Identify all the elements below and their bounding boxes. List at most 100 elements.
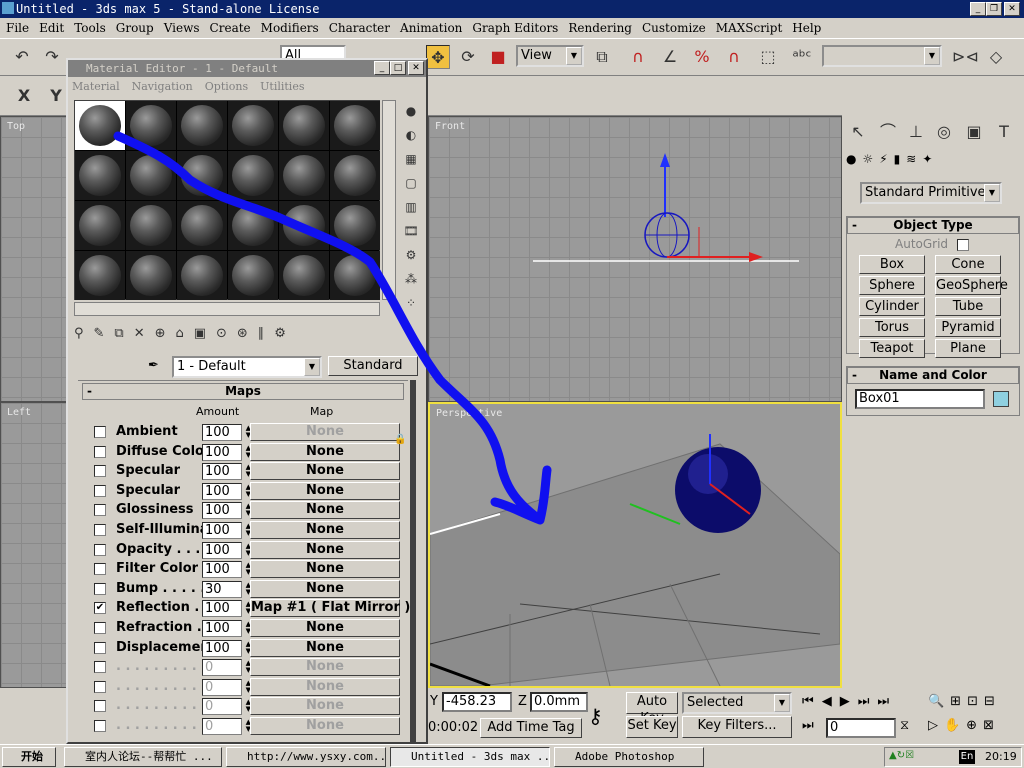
me-menu-navigation[interactable]: Navigation <box>132 80 193 93</box>
material-slot[interactable] <box>279 201 329 250</box>
taskbar-task[interactable]: 室内人论坛--帮帮忙 ... <box>64 747 222 767</box>
material-slot[interactable] <box>126 201 176 250</box>
map-enable-checkbox[interactable] <box>94 543 106 556</box>
menu-file[interactable]: File <box>6 21 29 35</box>
map-enable-checkbox[interactable] <box>94 484 106 497</box>
map-slot-button[interactable]: None <box>250 658 400 677</box>
percent-snap-icon[interactable]: % <box>690 45 714 69</box>
move-icon[interactable]: ✥ <box>426 45 450 69</box>
viewport-nav-controls[interactable]: 🔍⊞⊡⊟ <box>928 694 1022 709</box>
material-type-button[interactable]: Standard <box>328 356 418 376</box>
map-slot-button[interactable]: Map #1 ( Flat Mirror ) <box>250 599 410 618</box>
map-slot-button[interactable]: None <box>250 521 400 539</box>
object-color-swatch[interactable] <box>993 391 1009 407</box>
tray-icons[interactable]: ▲↻☒ <box>889 750 914 761</box>
material-slot[interactable] <box>75 201 125 250</box>
material-slot[interactable] <box>126 251 176 300</box>
modify-tab-icon[interactable]: ⌒ <box>876 120 900 144</box>
menu-graph-editors[interactable]: Graph Editors <box>472 21 558 35</box>
map-amount-spinner[interactable]: 100 ▲ ▼ <box>202 424 251 441</box>
map-enable-checkbox[interactable] <box>94 720 106 732</box>
menu-maxscript[interactable]: MAXScript <box>716 21 783 35</box>
edit-named-selection-icon[interactable]: ⬚ <box>756 45 780 69</box>
slots-horizontal-scrollbar[interactable] <box>74 302 380 316</box>
me-maximize-button[interactable]: □ <box>390 61 406 75</box>
map-enable-checkbox[interactable] <box>94 465 106 478</box>
primitive-box-button[interactable]: Box <box>859 255 925 274</box>
key-filters-button[interactable]: Key Filters... <box>682 716 792 738</box>
map-enable-checkbox[interactable] <box>94 661 106 674</box>
select-by-material-icon[interactable]: ⁂ <box>402 270 420 288</box>
map-amount-spinner[interactable]: 30 ▲ ▼ <box>202 580 251 598</box>
material-slot[interactable] <box>279 151 329 200</box>
uv-tiling-icon[interactable]: ▢ <box>402 174 420 192</box>
object-type-header[interactable]: - Object Type <box>847 217 1019 234</box>
display-tab-icon[interactable]: ▣ <box>962 120 986 144</box>
auto-key-button[interactable]: Auto Key <box>626 692 678 726</box>
material-slot[interactable] <box>177 101 227 150</box>
material-slot[interactable] <box>228 201 278 250</box>
close-button[interactable]: ✕ <box>1004 2 1020 16</box>
primitive-torus-button[interactable]: Torus <box>859 318 925 337</box>
me-close-button[interactable]: ✕ <box>408 61 424 75</box>
slots-vertical-scrollbar[interactable] <box>382 100 396 300</box>
map-enable-checkbox[interactable] <box>94 524 106 536</box>
add-time-tag-button[interactable]: Add Time Tag <box>480 718 582 738</box>
pivot-center-icon[interactable]: ⧉ <box>590 45 614 69</box>
me-menu-utilities[interactable]: Utilities <box>260 80 304 93</box>
map-amount-spinner[interactable]: 0 ▲ ▼ <box>202 698 251 716</box>
named-selection-dropdown[interactable]: ▼ <box>822 45 942 67</box>
map-slot-button[interactable]: None <box>250 677 400 696</box>
menu-character[interactable]: Character <box>329 21 390 35</box>
utilities-tab-icon[interactable]: T <box>992 120 1016 144</box>
maps-header[interactable]: - Maps <box>82 383 404 400</box>
map-amount-spinner[interactable]: 100 ▲ ▼ <box>202 522 251 539</box>
menu-views[interactable]: Views <box>164 21 200 35</box>
map-slot-button[interactable]: None <box>250 501 400 520</box>
material-slot[interactable] <box>75 151 125 200</box>
map-slot-button[interactable]: None <box>250 560 400 579</box>
menu-create[interactable]: Create <box>210 21 251 35</box>
material-slot[interactable] <box>279 251 329 300</box>
map-amount-spinner[interactable]: 0 ▲ ▼ <box>202 678 251 696</box>
me-menu-options[interactable]: Options <box>205 80 248 93</box>
menu-group[interactable]: Group <box>116 21 154 35</box>
map-amount-spinner[interactable]: 0 ▲ ▼ <box>202 718 251 735</box>
redo-icon[interactable]: ↷ <box>40 45 64 69</box>
material-navigator-icon[interactable]: ⁘ <box>402 294 420 312</box>
viewport-front[interactable]: Front <box>428 116 842 402</box>
sample-type-icon[interactable]: ● <box>402 102 420 120</box>
spinner-snap-icon[interactable]: ∩ <box>722 45 746 69</box>
current-frame-input[interactable]: 0 <box>826 718 896 738</box>
menu-modifiers[interactable]: Modifiers <box>261 21 319 35</box>
menu-animation[interactable]: Animation <box>400 21 462 35</box>
material-slot[interactable] <box>75 101 125 150</box>
maximize-button[interactable]: ❐ <box>986 2 1002 16</box>
create-tab-icon[interactable]: ↖ <box>846 120 870 144</box>
map-amount-spinner[interactable]: 100 ▲ ▼ <box>202 620 251 637</box>
background-icon[interactable]: ▦ <box>402 150 420 168</box>
hierarchy-tab-icon[interactable]: ⊥ <box>904 120 928 144</box>
material-slot[interactable] <box>177 151 227 200</box>
primitive-geosphere-button[interactable]: GeoSphere <box>935 276 1008 295</box>
taskbar-task[interactable]: http://www.ysxy.com... <box>226 747 386 767</box>
key-mode-dropdown[interactable]: Selected ▼ <box>682 692 792 714</box>
material-slot[interactable] <box>279 101 329 150</box>
map-enable-checkbox[interactable] <box>94 641 106 654</box>
map-amount-spinner[interactable]: 100 ▲ ▼ <box>202 561 251 579</box>
backlight-icon[interactable]: ◐ <box>402 126 420 144</box>
map-slot-button[interactable]: None <box>250 619 400 637</box>
playback-controls[interactable]: ⏮◀▶⏭⏭ <box>802 694 922 709</box>
map-slot-button[interactable]: None <box>250 579 400 598</box>
map-slot-button[interactable]: None <box>250 423 400 441</box>
taskbar-task[interactable]: Adobe Photoshop <box>554 747 704 767</box>
reference-coord-dropdown[interactable]: View ▼ <box>516 45 584 67</box>
map-amount-spinner[interactable]: 100 ▲ ▼ <box>202 541 251 559</box>
map-amount-spinner[interactable]: 0 ▲ ▼ <box>202 659 251 677</box>
material-slot[interactable] <box>330 251 380 300</box>
set-key-button[interactable]: Set Key <box>626 716 678 738</box>
lock-icon[interactable]: 🔒 <box>394 434 406 446</box>
material-slot[interactable] <box>177 201 227 250</box>
material-slot[interactable] <box>228 251 278 300</box>
menu-tools[interactable]: Tools <box>74 21 106 35</box>
